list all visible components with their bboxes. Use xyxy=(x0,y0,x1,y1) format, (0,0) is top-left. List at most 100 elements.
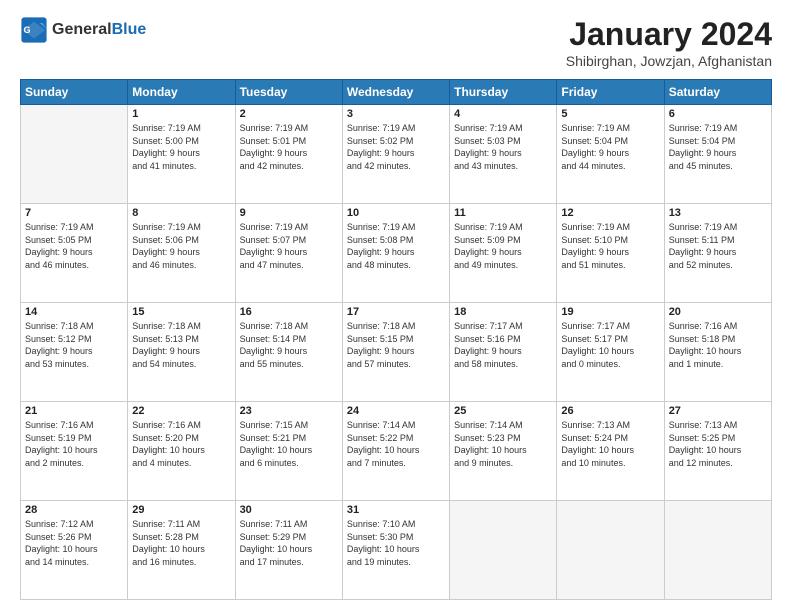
logo-text: GeneralBlue xyxy=(52,20,146,39)
calendar-cell: 11 Sunrise: 7:19 AM Sunset: 5:09 PM Dayli… xyxy=(450,204,557,303)
day-number: 23 xyxy=(240,405,338,417)
day-number: 2 xyxy=(240,108,338,120)
day-number: 26 xyxy=(561,405,659,417)
day-number: 15 xyxy=(132,306,230,318)
day-number: 18 xyxy=(454,306,552,318)
day-number: 7 xyxy=(25,207,123,219)
page-header: G GeneralBlue January 2024 Shibirghan, J… xyxy=(20,16,772,69)
calendar-week-row: 21 Sunrise: 7:16 AM Sunset: 5:19 PM Dayli… xyxy=(21,402,772,501)
day-info: Sunrise: 7:14 AM Sunset: 5:22 PM Dayligh… xyxy=(347,419,445,469)
calendar-cell: 23 Sunrise: 7:15 AM Sunset: 5:21 PM Dayli… xyxy=(235,402,342,501)
day-info: Sunrise: 7:15 AM Sunset: 5:21 PM Dayligh… xyxy=(240,419,338,469)
day-number: 31 xyxy=(347,504,445,516)
day-info: Sunrise: 7:19 AM Sunset: 5:01 PM Dayligh… xyxy=(240,122,338,172)
day-info: Sunrise: 7:10 AM Sunset: 5:30 PM Dayligh… xyxy=(347,518,445,568)
calendar-cell: 7 Sunrise: 7:19 AM Sunset: 5:05 PM Daylig… xyxy=(21,204,128,303)
day-number: 24 xyxy=(347,405,445,417)
calendar-cell: 27Sunrise: 7:13 AM Sunset: 5:25 PM Dayli… xyxy=(664,402,771,501)
calendar-cell: 16Sunrise: 7:18 AM Sunset: 5:14 PM Dayli… xyxy=(235,303,342,402)
day-info: Sunrise: 7:16 AM Sunset: 5:19 PM Dayligh… xyxy=(25,419,123,469)
day-number: 20 xyxy=(669,306,767,318)
calendar-cell: 24 Sunrise: 7:14 AM Sunset: 5:22 PM Dayli… xyxy=(342,402,449,501)
calendar-cell: 5 Sunrise: 7:19 AM Sunset: 5:04 PM Daylig… xyxy=(557,105,664,204)
calendar-cell: 15 Sunrise: 7:18 AM Sunset: 5:13 PM Dayli… xyxy=(128,303,235,402)
day-info: Sunrise: 7:11 AM Sunset: 5:29 PM Dayligh… xyxy=(240,518,338,568)
day-number: 19 xyxy=(561,306,659,318)
calendar-cell xyxy=(557,501,664,600)
day-info: Sunrise: 7:14 AM Sunset: 5:23 PM Dayligh… xyxy=(454,419,552,469)
day-number: 9 xyxy=(240,207,338,219)
calendar-cell: 13 Sunrise: 7:19 AM Sunset: 5:11 PM Dayli… xyxy=(664,204,771,303)
day-number: 8 xyxy=(132,207,230,219)
day-number: 10 xyxy=(347,207,445,219)
day-header-tuesday: Tuesday xyxy=(235,80,342,105)
day-info: Sunrise: 7:19 AM Sunset: 5:03 PM Dayligh… xyxy=(454,122,552,172)
day-number: 6 xyxy=(669,108,767,120)
day-info: Sunrise: 7:19 AM Sunset: 5:07 PM Dayligh… xyxy=(240,221,338,271)
calendar-cell xyxy=(664,501,771,600)
calendar-cell: 31 Sunrise: 7:10 AM Sunset: 5:30 PM Dayli… xyxy=(342,501,449,600)
day-info: Sunrise: 7:11 AM Sunset: 5:28 PM Dayligh… xyxy=(132,518,230,568)
calendar-week-row: 7 Sunrise: 7:19 AM Sunset: 5:05 PM Daylig… xyxy=(21,204,772,303)
day-number: 4 xyxy=(454,108,552,120)
day-info: Sunrise: 7:12 AM Sunset: 5:26 PM Dayligh… xyxy=(25,518,123,568)
day-info: Sunrise: 7:19 AM Sunset: 5:02 PM Dayligh… xyxy=(347,122,445,172)
day-number: 3 xyxy=(347,108,445,120)
day-number: 28 xyxy=(25,504,123,516)
calendar-cell: 1 Sunrise: 7:19 AM Sunset: 5:00 PM Daylig… xyxy=(128,105,235,204)
calendar-week-row: 28 Sunrise: 7:12 AM Sunset: 5:26 PM Dayli… xyxy=(21,501,772,600)
day-number: 14 xyxy=(25,306,123,318)
calendar-cell: 18 Sunrise: 7:17 AM Sunset: 5:16 PM Dayli… xyxy=(450,303,557,402)
calendar-page: G GeneralBlue January 2024 Shibirghan, J… xyxy=(0,0,792,612)
day-number: 29 xyxy=(132,504,230,516)
day-header-sunday: Sunday xyxy=(21,80,128,105)
day-info: Sunrise: 7:19 AM Sunset: 5:00 PM Dayligh… xyxy=(132,122,230,172)
day-info: Sunrise: 7:18 AM Sunset: 5:15 PM Dayligh… xyxy=(347,320,445,370)
calendar-cell: 20 Sunrise: 7:16 AM Sunset: 5:18 PM Dayli… xyxy=(664,303,771,402)
day-number: 21 xyxy=(25,405,123,417)
location-subtitle: Shibirghan, Jowzjan, Afghanistan xyxy=(566,53,772,69)
month-year-title: January 2024 xyxy=(566,16,772,53)
calendar-cell: 30 Sunrise: 7:11 AM Sunset: 5:29 PM Dayli… xyxy=(235,501,342,600)
day-number: 13 xyxy=(669,207,767,219)
calendar-week-row: 14Sunrise: 7:18 AM Sunset: 5:12 PM Dayli… xyxy=(21,303,772,402)
day-number: 22 xyxy=(132,405,230,417)
day-header-friday: Friday xyxy=(557,80,664,105)
calendar-cell: 12 Sunrise: 7:19 AM Sunset: 5:10 PM Dayli… xyxy=(557,204,664,303)
day-header-wednesday: Wednesday xyxy=(342,80,449,105)
day-header-thursday: Thursday xyxy=(450,80,557,105)
day-info: Sunrise: 7:17 AM Sunset: 5:17 PM Dayligh… xyxy=(561,320,659,370)
day-number: 27 xyxy=(669,405,767,417)
day-number: 1 xyxy=(132,108,230,120)
calendar-cell: 6Sunrise: 7:19 AM Sunset: 5:04 PM Daylig… xyxy=(664,105,771,204)
day-header-saturday: Saturday xyxy=(664,80,771,105)
logo-icon: G xyxy=(20,16,48,44)
day-info: Sunrise: 7:19 AM Sunset: 5:10 PM Dayligh… xyxy=(561,221,659,271)
calendar-cell: 21 Sunrise: 7:16 AM Sunset: 5:19 PM Dayli… xyxy=(21,402,128,501)
day-number: 30 xyxy=(240,504,338,516)
calendar-week-row: 1 Sunrise: 7:19 AM Sunset: 5:00 PM Daylig… xyxy=(21,105,772,204)
title-block: January 2024 Shibirghan, Jowzjan, Afghan… xyxy=(566,16,772,69)
day-number: 16 xyxy=(240,306,338,318)
svg-text:G: G xyxy=(24,25,31,35)
calendar-cell: 26 Sunrise: 7:13 AM Sunset: 5:24 PM Dayli… xyxy=(557,402,664,501)
day-info: Sunrise: 7:19 AM Sunset: 5:09 PM Dayligh… xyxy=(454,221,552,271)
day-number: 5 xyxy=(561,108,659,120)
day-info: Sunrise: 7:18 AM Sunset: 5:13 PM Dayligh… xyxy=(132,320,230,370)
day-info: Sunrise: 7:17 AM Sunset: 5:16 PM Dayligh… xyxy=(454,320,552,370)
calendar-cell: 2 Sunrise: 7:19 AM Sunset: 5:01 PM Daylig… xyxy=(235,105,342,204)
calendar-cell: 28 Sunrise: 7:12 AM Sunset: 5:26 PM Dayli… xyxy=(21,501,128,600)
day-number: 11 xyxy=(454,207,552,219)
calendar-cell: 17Sunrise: 7:18 AM Sunset: 5:15 PM Dayli… xyxy=(342,303,449,402)
day-info: Sunrise: 7:19 AM Sunset: 5:04 PM Dayligh… xyxy=(561,122,659,172)
day-info: Sunrise: 7:19 AM Sunset: 5:08 PM Dayligh… xyxy=(347,221,445,271)
day-info: Sunrise: 7:16 AM Sunset: 5:20 PM Dayligh… xyxy=(132,419,230,469)
day-info: Sunrise: 7:16 AM Sunset: 5:18 PM Dayligh… xyxy=(669,320,767,370)
calendar-cell: 3 Sunrise: 7:19 AM Sunset: 5:02 PM Daylig… xyxy=(342,105,449,204)
day-number: 12 xyxy=(561,207,659,219)
day-info: Sunrise: 7:19 AM Sunset: 5:11 PM Dayligh… xyxy=(669,221,767,271)
day-info: Sunrise: 7:19 AM Sunset: 5:05 PM Dayligh… xyxy=(25,221,123,271)
day-info: Sunrise: 7:13 AM Sunset: 5:24 PM Dayligh… xyxy=(561,419,659,469)
calendar-cell: 22 Sunrise: 7:16 AM Sunset: 5:20 PM Dayli… xyxy=(128,402,235,501)
day-header-monday: Monday xyxy=(128,80,235,105)
